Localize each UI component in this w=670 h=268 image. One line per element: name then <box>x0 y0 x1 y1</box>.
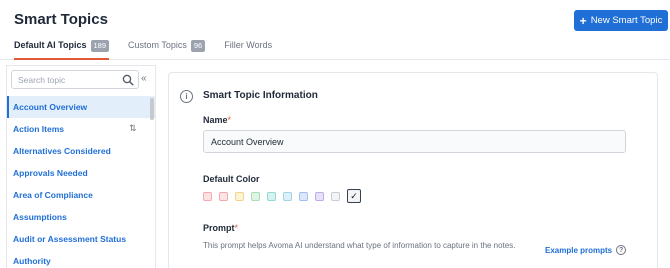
topic-label: Authority <box>13 256 51 266</box>
color-swatch[interactable] <box>267 191 276 201</box>
color-swatch[interactable] <box>203 191 212 201</box>
search-icon[interactable] <box>122 74 134 86</box>
color-swatch[interactable] <box>251 191 260 201</box>
list-item[interactable]: Alternatives Considered <box>7 140 155 162</box>
required-mark: * <box>227 115 232 125</box>
new-smart-topic-label: New Smart Topic <box>590 15 663 26</box>
color-swatch[interactable] <box>219 191 228 201</box>
selected-color-swatch[interactable]: ✓ <box>347 189 361 203</box>
topic-detail-panel: i Smart Topic Information Name* Default … <box>168 72 658 268</box>
prompt-label-text: Prompt <box>203 223 235 233</box>
topic-tabs: Default AI Topics 189 Custom Topics 96 F… <box>14 40 291 60</box>
name-label-text: Name <box>203 115 228 125</box>
tab-count-badge: 96 <box>190 40 206 52</box>
list-item[interactable]: Assumptions <box>7 206 155 228</box>
tab-custom-topics[interactable]: Custom Topics 96 <box>128 40 206 60</box>
color-swatch[interactable] <box>299 191 308 201</box>
list-item[interactable]: Action Items ⇅ <box>7 118 155 140</box>
prompt-label: Prompt* <box>203 223 238 233</box>
page-title: Smart Topics <box>14 11 108 28</box>
example-prompts-link[interactable]: Example prompts ? <box>545 245 627 255</box>
tab-default-ai-topics[interactable]: Default AI Topics 189 <box>14 40 110 60</box>
name-field[interactable] <box>203 130 626 153</box>
color-swatch[interactable] <box>235 191 244 201</box>
topic-label: Area of Compliance <box>13 190 93 200</box>
topic-list-scrollbar[interactable] <box>150 98 154 120</box>
color-label: Default Color <box>203 174 260 184</box>
name-label: Name* <box>203 115 231 125</box>
list-item[interactable]: Audit or Assessment Status <box>7 228 155 250</box>
page-header: Smart Topics + New Smart Topic Default A… <box>0 0 670 60</box>
topic-label: Account Overview <box>13 102 88 112</box>
topic-label: Audit or Assessment Status <box>13 234 127 244</box>
help-icon[interactable]: ? <box>616 245 627 255</box>
color-swatches: ✓ <box>203 189 361 203</box>
topic-label: Approvals Needed <box>13 168 88 178</box>
tab-label: Filler Words <box>224 40 273 50</box>
tab-label: Custom Topics <box>128 40 187 50</box>
example-prompts-label: Example prompts <box>545 245 613 255</box>
list-item[interactable]: Area of Compliance <box>7 184 155 206</box>
required-mark: * <box>234 223 239 233</box>
tab-count-badge: 189 <box>90 40 110 52</box>
list-item[interactable]: Authority <box>7 250 155 268</box>
list-item[interactable]: Account Overview <box>7 96 155 118</box>
collapse-sidebar-icon[interactable]: « <box>141 74 147 84</box>
prompt-help-text: This prompt helps Avoma AI understand wh… <box>203 241 516 250</box>
tab-label: Default AI Topics <box>14 40 87 50</box>
topic-sidebar: « Account Overview Action Items ⇅ Altern… <box>6 65 156 268</box>
topic-label: Alternatives Considered <box>13 146 111 156</box>
search-input[interactable] <box>18 73 118 87</box>
tab-filler-words[interactable]: Filler Words <box>224 40 272 60</box>
plus-icon: + <box>579 13 587 28</box>
color-swatch[interactable] <box>315 191 324 201</box>
list-item[interactable]: Approvals Needed <box>7 162 155 184</box>
new-smart-topic-button[interactable]: + New Smart Topic <box>574 10 668 31</box>
topic-list: Account Overview Action Items ⇅ Alternat… <box>7 96 155 268</box>
color-swatch[interactable] <box>331 191 340 201</box>
info-icon: i <box>180 90 193 103</box>
topic-label: Assumptions <box>13 212 67 222</box>
search-box <box>11 70 139 89</box>
section-title: Smart Topic Information <box>203 90 318 101</box>
topic-label: Action Items <box>13 124 65 134</box>
color-swatch[interactable] <box>283 191 292 201</box>
reorder-icon[interactable]: ⇅ <box>129 123 137 134</box>
